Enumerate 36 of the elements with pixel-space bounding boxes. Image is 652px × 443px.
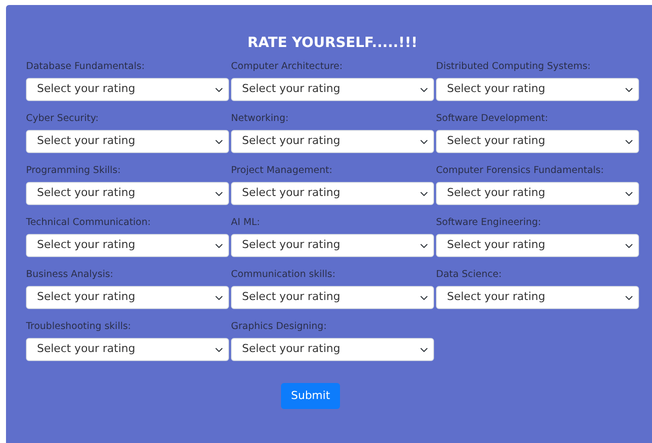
field-label: Distributed Computing Systems:	[436, 60, 592, 73]
submit-button[interactable]: Submit	[280, 383, 340, 409]
field-label: Database Fundamentals:	[26, 60, 146, 73]
rating-select[interactable]: Select your rating	[436, 182, 639, 205]
rating-select[interactable]: Select your rating	[231, 286, 434, 309]
rating-select[interactable]: Select your rating	[26, 130, 229, 153]
field-label: Data Science:	[436, 268, 503, 281]
field-label: Communication skills:	[231, 268, 336, 281]
field-label: AI ML:	[231, 216, 262, 229]
rating-select[interactable]: Select your rating	[231, 234, 434, 257]
field-label: Programming Skills:	[26, 164, 122, 177]
field-label: Networking:	[231, 112, 290, 125]
field-label: Software Engineering:	[436, 216, 542, 229]
rating-select[interactable]: Select your rating	[436, 286, 639, 309]
rating-select[interactable]: Select your rating	[26, 234, 229, 257]
page-title: RATE YOURSELF.....!!!	[246, 35, 419, 52]
rating-select[interactable]: Select your rating	[436, 130, 639, 153]
field-label: Troubleshooting skills:	[26, 320, 132, 333]
rating-select[interactable]: Select your rating	[436, 78, 639, 101]
field-label: Graphics Designing:	[231, 320, 328, 333]
field-label: Cyber Security:	[26, 112, 100, 125]
rating-select[interactable]: Select your rating	[231, 130, 434, 153]
field-label: Business Analysis:	[26, 268, 114, 281]
field-label: Software Development:	[436, 112, 550, 125]
rating-select[interactable]: Select your rating	[231, 338, 434, 361]
field-label: Project Management:	[231, 164, 334, 177]
field-label: Technical Communication:	[26, 216, 152, 229]
rating-select[interactable]: Select your rating	[231, 78, 434, 101]
rating-select[interactable]: Select your rating	[26, 338, 229, 361]
field-label: Computer Forensics Fundamentals:	[436, 164, 605, 177]
rating-select[interactable]: Select your rating	[231, 182, 434, 205]
rating-select[interactable]: Select your rating	[26, 78, 229, 101]
rating-select[interactable]: Select your rating	[26, 182, 229, 205]
rating-select[interactable]: Select your rating	[26, 286, 229, 309]
rating-select[interactable]: Select your rating	[436, 234, 639, 257]
field-label: Computer Architecture:	[231, 60, 344, 73]
